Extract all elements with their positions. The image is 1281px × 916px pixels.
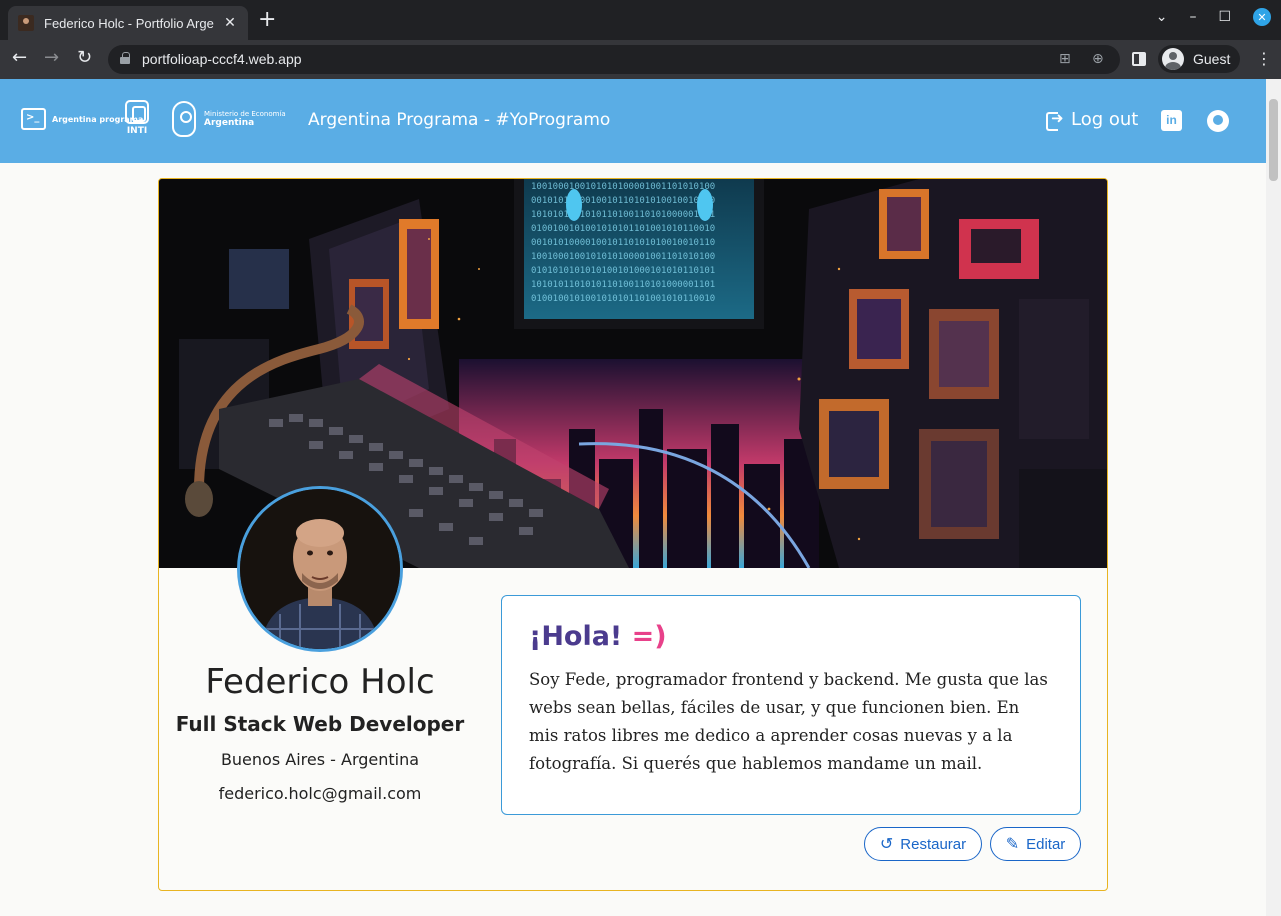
translate-icon[interactable]: ⊞ bbox=[1059, 51, 1071, 67]
forward-arrow-icon[interactable]: → bbox=[44, 48, 59, 68]
inti-logo[interactable]: INTI bbox=[124, 100, 150, 136]
restore-label: Restaurar bbox=[900, 835, 967, 853]
svg-text:101010110101011010011010100000: 1010101101010110100110101000001101 bbox=[531, 280, 715, 290]
tab-title: Federico Holc - Portfolio Arge bbox=[44, 15, 214, 31]
window-close-icon[interactable]: ✕ bbox=[1253, 8, 1271, 26]
tab-search-chevron-icon[interactable]: ⌄ bbox=[1156, 9, 1168, 25]
profile-name: Guest bbox=[1193, 51, 1231, 67]
site-title: Argentina Programa - #YoProgramo bbox=[308, 110, 611, 130]
svg-text:010010010100101010110100101011: 0100100101001010101101001010110010 bbox=[531, 294, 715, 304]
profile-role: Full Stack Web Developer bbox=[175, 712, 465, 736]
inti-emblem-icon bbox=[125, 100, 149, 124]
about-box: ¡Hola! =) Soy Fede, programador frontend… bbox=[501, 595, 1081, 815]
ministerio-logo[interactable]: Ministerio de Economía Argentina bbox=[172, 101, 286, 137]
logout-label: Log out bbox=[1071, 109, 1139, 130]
edit-label: Editar bbox=[1026, 835, 1066, 853]
new-tab-icon[interactable]: + bbox=[258, 9, 276, 31]
profile-avatar bbox=[237, 486, 403, 652]
profile-email: federico.holc@gmail.com bbox=[218, 784, 422, 803]
browser-tab[interactable]: Federico Holc - Portfolio Arge ✕ bbox=[8, 6, 248, 40]
profile-name-heading: Federico Holc bbox=[205, 662, 435, 702]
svg-text:100100010010101010000100110101: 1001000100101010100001001101010100 bbox=[531, 182, 715, 192]
maximize-icon[interactable]: ☐ bbox=[1218, 9, 1231, 25]
github-icon[interactable] bbox=[1207, 110, 1229, 132]
reload-icon[interactable]: ↻ bbox=[77, 48, 92, 68]
profile-location: Buenos Aires - Argentina bbox=[220, 750, 420, 769]
terminal-icon: >_ bbox=[21, 108, 46, 130]
national-seal-icon bbox=[172, 101, 196, 137]
logout-button[interactable]: Log out bbox=[1046, 109, 1139, 131]
address-bar[interactable]: portfolioap-cccf4.web.app ⊞ ⊕ bbox=[108, 45, 1120, 74]
undo-icon: ↺ bbox=[879, 836, 894, 853]
browser-tab-bar: Federico Holc - Portfolio Arge ✕ + ⌄ – ☐… bbox=[0, 0, 1281, 40]
page-scrollbar[interactable] bbox=[1266, 79, 1281, 916]
logout-icon bbox=[1046, 109, 1066, 131]
site-header: >_ Argentina programa INTI Ministerio de… bbox=[0, 79, 1266, 163]
about-greeting: ¡Hola! =) bbox=[529, 621, 1053, 652]
profile-photo bbox=[240, 489, 400, 649]
ministerio-line1: Ministerio de Economía bbox=[204, 109, 286, 118]
window-controls: ⌄ – ☐ ✕ bbox=[1156, 8, 1271, 26]
linkedin-icon[interactable]: in bbox=[1161, 110, 1182, 131]
zoom-icon[interactable]: ⊕ bbox=[1092, 51, 1104, 67]
browser-menu-icon[interactable]: ⋮ bbox=[1256, 49, 1272, 68]
svg-text:010010010100101010110100101011: 0100100101001010101101001010110010 bbox=[531, 224, 715, 234]
svg-text:001010100001001011010101001001: 0010101000010010110101010010010110 bbox=[531, 238, 715, 248]
minimize-icon[interactable]: – bbox=[1189, 9, 1196, 25]
svg-text:001010100001001011010101001001: 0010101000010010110101010010010110 bbox=[531, 196, 715, 206]
profile-avatar-icon bbox=[1162, 48, 1184, 70]
edit-button[interactable]: ✎ Editar bbox=[990, 827, 1081, 861]
profile-button[interactable]: Guest bbox=[1158, 45, 1240, 73]
url-text[interactable]: portfolioap-cccf4.web.app bbox=[142, 51, 302, 67]
ministerio-line2: Argentina bbox=[204, 117, 255, 128]
favicon-icon bbox=[18, 15, 34, 31]
back-arrow-icon[interactable]: ← bbox=[12, 48, 27, 68]
restore-button[interactable]: ↺ Restaurar bbox=[864, 827, 982, 861]
svg-text:101010110101011010011010100000: 1010101101010110100110101000001101 bbox=[531, 210, 715, 220]
browser-toolbar: ← → ↻ portfolioap-cccf4.web.app ⊞ ⊕ Gues… bbox=[0, 40, 1281, 79]
about-text: Soy Fede, programador frontend y backend… bbox=[529, 670, 1048, 773]
greeting-smile: =) bbox=[631, 621, 667, 652]
profile-card: 1001000100101010100001001101010100 00101… bbox=[158, 178, 1108, 891]
tab-close-icon[interactable]: ✕ bbox=[222, 15, 238, 31]
inti-logo-text: INTI bbox=[126, 126, 148, 136]
greeting-text: ¡Hola! bbox=[529, 621, 623, 652]
svg-text:100100010010101010000100110101: 1001000100101010100001001101010100 bbox=[531, 252, 715, 262]
lock-icon[interactable] bbox=[120, 52, 130, 64]
pencil-icon: ✎ bbox=[1005, 836, 1020, 853]
scrollbar-thumb[interactable] bbox=[1269, 99, 1278, 181]
side-panel-icon[interactable] bbox=[1132, 52, 1146, 66]
svg-text:010101010101010010100010101011: 0101010101010100101000101010110101 bbox=[531, 266, 715, 276]
